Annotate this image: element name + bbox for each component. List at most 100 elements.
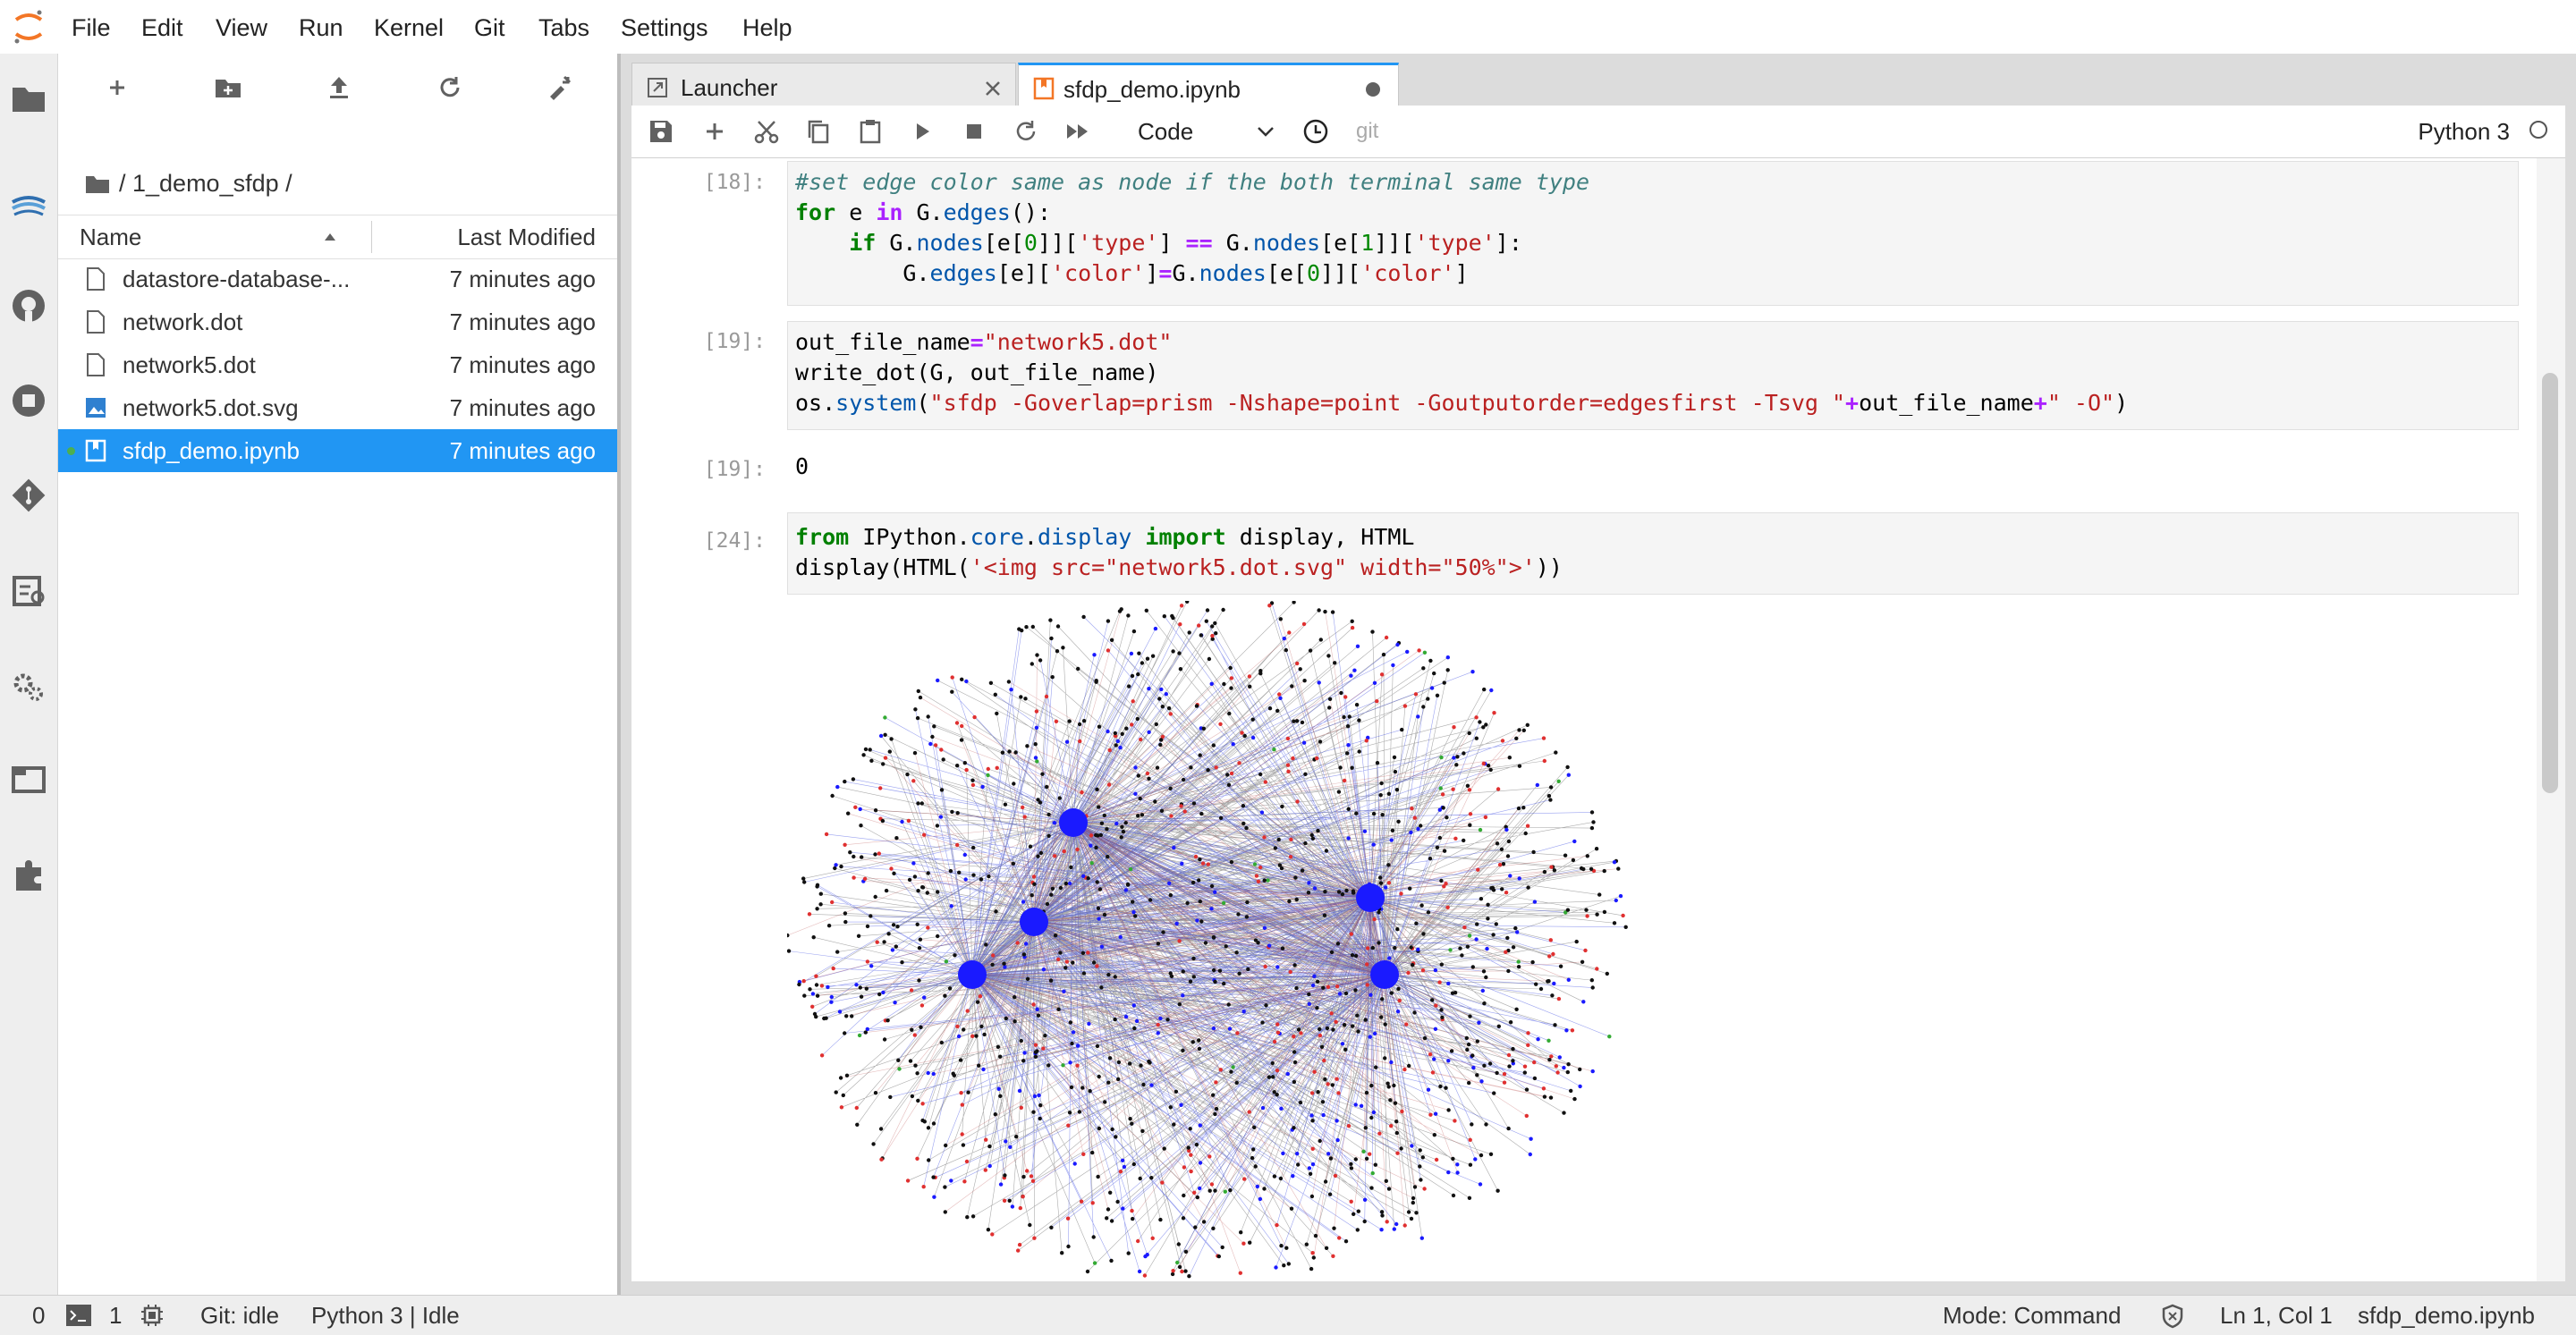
graph-node: [1118, 934, 1123, 940]
graph-node: [1350, 765, 1354, 770]
graph-node: [1342, 1023, 1347, 1027]
code-cell[interactable]: #set edge color same as node if the both…: [787, 161, 2519, 306]
refresh-icon[interactable]: [432, 70, 468, 106]
kernel-name[interactable]: Python 3: [2418, 106, 2510, 157]
graph-node: [1095, 787, 1099, 791]
graph-node: [1280, 804, 1284, 809]
column-name-header[interactable]: Name: [80, 215, 141, 258]
menu-run[interactable]: Run: [299, 0, 343, 54]
file-row-network-dot[interactable]: network.dot 7 minutes ago: [58, 300, 617, 343]
git-status[interactable]: Git: idle: [200, 1296, 279, 1335]
menu-file[interactable]: File: [72, 0, 111, 54]
cursor-position[interactable]: Ln 1, Col 1: [2220, 1296, 2333, 1335]
history-clock-icon[interactable]: [1301, 116, 1331, 147]
graph-node: [1299, 1031, 1303, 1035]
graph-node: [1602, 868, 1606, 874]
property-inspector-icon[interactable]: [9, 570, 48, 610]
data-catalog-icon[interactable]: [9, 184, 48, 224]
graph-node: [844, 1073, 850, 1077]
save-icon[interactable]: [646, 116, 676, 147]
git-icon[interactable]: [9, 476, 48, 515]
unsaved-indicator-icon[interactable]: [1366, 82, 1380, 97]
graph-node: [1340, 891, 1345, 897]
graph-node: [1416, 826, 1420, 832]
shield-icon[interactable]: [2161, 1304, 2184, 1329]
stop-icon[interactable]: [959, 116, 989, 147]
graph-node: [972, 714, 977, 720]
graph-node: [1294, 897, 1299, 902]
new-folder-icon[interactable]: [210, 70, 246, 106]
run-icon[interactable]: [907, 116, 937, 147]
cell-type-select[interactable]: Code: [1138, 106, 1193, 157]
insert-cell-icon[interactable]: [699, 116, 730, 147]
graph-node: [1430, 998, 1435, 1002]
running-sessions-icon[interactable]: [9, 381, 48, 420]
code-cell[interactable]: from IPython.core.display import display…: [787, 512, 2519, 595]
sort-ascending-icon[interactable]: [323, 232, 337, 242]
menu-help[interactable]: Help: [742, 0, 792, 54]
notebook-scrollbar[interactable]: [2537, 158, 2565, 1281]
graph-node: [1552, 868, 1557, 873]
file-row-network5-svg[interactable]: network5.dot.svg 7 minutes ago: [58, 386, 617, 429]
fast-forward-icon[interactable]: [1063, 116, 1093, 147]
upload-icon[interactable]: [321, 70, 357, 106]
kernel-chip-icon[interactable]: [140, 1303, 165, 1328]
folder-icon[interactable]: [85, 173, 110, 195]
menu-settings[interactable]: Settings: [621, 0, 708, 54]
graph-node: [1394, 1221, 1399, 1227]
graph-node: [950, 675, 954, 680]
mode-indicator[interactable]: Mode: Command: [1943, 1296, 2121, 1335]
restart-icon[interactable]: [1011, 116, 1041, 147]
menu-git[interactable]: Git: [474, 0, 505, 54]
graph-node: [1041, 967, 1046, 972]
graph-node: [1550, 993, 1555, 998]
column-modified-header[interactable]: Last Modified: [457, 215, 596, 258]
file-row-datastore[interactable]: datastore-database-... 7 minutes ago: [58, 258, 617, 300]
graph-node: [1066, 1244, 1071, 1249]
file-row-network5-dot[interactable]: network5.dot 7 minutes ago: [58, 343, 617, 386]
notebook-panel[interactable]: [18]: #set edge color same as node if th…: [631, 158, 2537, 1281]
graph-node: [1569, 1088, 1573, 1094]
terminal-icon[interactable]: [66, 1305, 91, 1326]
git-clone-icon[interactable]: [541, 70, 577, 106]
cut-icon[interactable]: [751, 116, 782, 147]
graph-node: [857, 1033, 862, 1038]
graph-node: [1031, 1110, 1036, 1114]
github-icon[interactable]: [9, 286, 48, 325]
graph-node: [1040, 772, 1045, 776]
folder-icon[interactable]: [9, 79, 48, 118]
menu-edit[interactable]: Edit: [141, 0, 183, 54]
graph-node: [1078, 739, 1082, 744]
menu-view[interactable]: View: [216, 0, 267, 54]
new-launcher-icon[interactable]: [99, 70, 135, 106]
graph-node: [1169, 814, 1174, 818]
graph-node: [1612, 921, 1617, 925]
terminals-count[interactable]: 0: [32, 1296, 45, 1335]
graph-node: [1141, 1082, 1146, 1087]
kernel-status[interactable]: Python 3 | Idle: [311, 1296, 460, 1335]
graph-node: [1426, 697, 1430, 701]
tabs-icon[interactable]: [9, 760, 48, 799]
extension-icon[interactable]: [9, 855, 48, 894]
menu-kernel[interactable]: Kernel: [374, 0, 444, 54]
close-icon[interactable]: [983, 79, 1003, 98]
scrollbar-thumb[interactable]: [2542, 373, 2558, 793]
graph-node: [1524, 1113, 1529, 1119]
file-row-sfdp-demo[interactable]: sfdp_demo.ipynb 7 minutes ago: [58, 429, 617, 472]
kernels-count[interactable]: 1: [109, 1296, 122, 1335]
settings-gear-icon[interactable]: [9, 667, 48, 706]
breadcrumb-path[interactable]: / 1_demo_sfdp /: [119, 170, 292, 198]
column-divider[interactable]: [371, 221, 372, 253]
paste-icon[interactable]: [855, 116, 886, 147]
graph-node: [1318, 1033, 1323, 1038]
graph-node: [1475, 1073, 1479, 1077]
menu-tabs[interactable]: Tabs: [538, 0, 589, 54]
graph-node: [917, 978, 921, 983]
graph-node: [1144, 608, 1148, 613]
graph-node: [956, 1034, 962, 1039]
git-diff-button[interactable]: git: [1356, 106, 1378, 157]
graph-node: [1258, 1196, 1263, 1202]
code-cell[interactable]: out_file_name="network5.dot" write_dot(G…: [787, 321, 2519, 430]
copy-icon[interactable]: [803, 116, 834, 147]
chevron-down-icon[interactable]: [1256, 123, 1275, 139]
